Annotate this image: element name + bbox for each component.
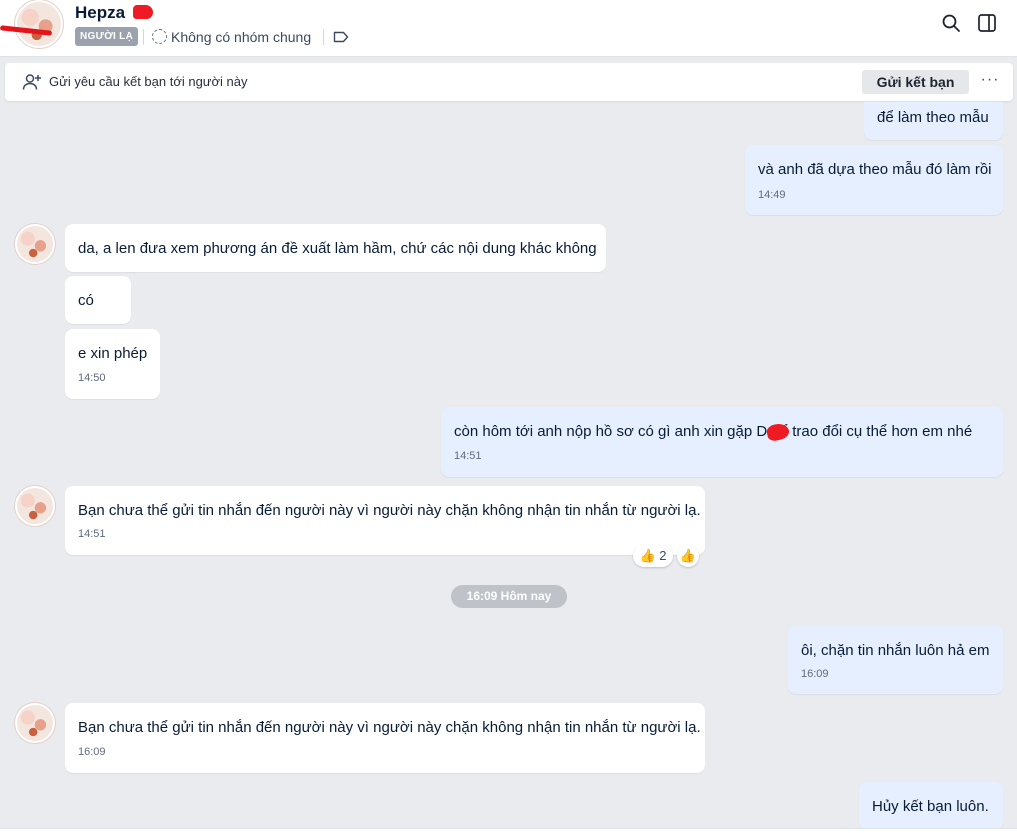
message-time: 16:09 [801,668,829,680]
message-text: Bạn chưa thể gửi tin nhắn đến người này … [78,719,701,736]
friend-request-bar: Gửi yêu cầu kết bạn tới người này Gửi kế… [5,63,1013,101]
friend-request-text: Gửi yêu cầu kết bạn tới người này [49,74,248,89]
more-options-button[interactable]: ··· [977,67,1003,95]
thumbs-up-icon: 👍 [679,548,697,563]
message-text: Bạn chưa thể gửi tin nhắn đến người này … [78,502,701,519]
message-bubble-incoming[interactable]: Bạn chưa thể gửi tin nhắn đến người này … [65,703,705,773]
message-time: 14:50 [78,372,106,384]
message-time: 16:09 [78,746,106,758]
message-bubble-outgoing[interactable]: và anh đã dựa theo mẫu đó làm rồi 14:49 [745,145,1003,215]
message-bubble-outgoing[interactable]: để làm theo mẫu [864,102,1003,140]
contact-avatar[interactable] [15,224,55,264]
message-bubble-outgoing[interactable]: Hủy kết bạn luôn. [859,782,1003,830]
contact-avatar[interactable] [15,0,63,48]
stranger-badge: NGƯỜI LẠ [75,27,139,46]
toggle-sidebar-button[interactable] [974,10,1000,36]
message-bubble-outgoing[interactable]: còn hôm tới anh nộp hồ sơ có gì anh xin … [441,407,1003,477]
sidebar-toggle-icon [978,14,996,32]
react-button[interactable]: 👍 [677,545,699,567]
message-bubble-incoming[interactable]: e xin phép 14:50 [65,329,160,399]
composer-edge [0,828,1017,833]
message-time: 14:51 [78,528,106,540]
contact-avatar[interactable] [15,486,55,526]
reaction-summary[interactable]: 👍 2 [633,545,673,567]
divider [323,29,324,45]
divider [143,29,144,45]
message-text: e xin phép [78,345,148,362]
message-text: da, a len đưa xem phương án đề xuất làm … [78,240,597,257]
send-friend-request-button[interactable]: Gửi kết bạn [862,70,969,94]
message-bubble-outgoing[interactable]: ôi, chặn tin nhắn luôn hả em 16:09 [788,626,1003,694]
message-bubble-incoming[interactable]: có [65,276,131,324]
message-text: Hủy kết bạn luôn. [872,798,989,815]
message-time: 14:51 [454,450,482,462]
contact-avatar[interactable] [15,703,55,743]
thumbs-up-icon: 👍 [639,548,656,563]
reaction-count: 2 [659,548,667,563]
search-button[interactable] [938,10,964,36]
chat-header: Hepza NGƯỜI LẠ Không có nhóm chung [0,0,1017,57]
message-text: có [78,292,94,309]
mutual-groups-label[interactable]: Không có nhóm chung [171,29,311,45]
message-text: để làm theo mẫu [877,109,989,126]
contact-name[interactable]: Hepza [75,3,125,23]
message-bubble-incoming[interactable]: da, a len đưa xem phương án đề xuất làm … [65,224,606,272]
mutual-groups-icon [152,29,167,44]
message-text: và anh đã dựa theo mẫu đó làm rồi [758,161,992,178]
tag-icon[interactable] [333,30,349,44]
message-text: còn hôm tới anh nộp hồ sơ có gì anh xin … [454,423,973,440]
message-bubble-incoming[interactable]: Bạn chưa thể gửi tin nhắn đến người này … [65,486,705,555]
redaction-mark [133,5,153,19]
add-user-icon [22,74,41,90]
message-text: ôi, chặn tin nhắn luôn hả em [801,642,990,659]
message-time: 14:49 [758,189,786,201]
date-divider: 16:09 Hôm nay [451,585,567,608]
search-icon [942,14,960,32]
